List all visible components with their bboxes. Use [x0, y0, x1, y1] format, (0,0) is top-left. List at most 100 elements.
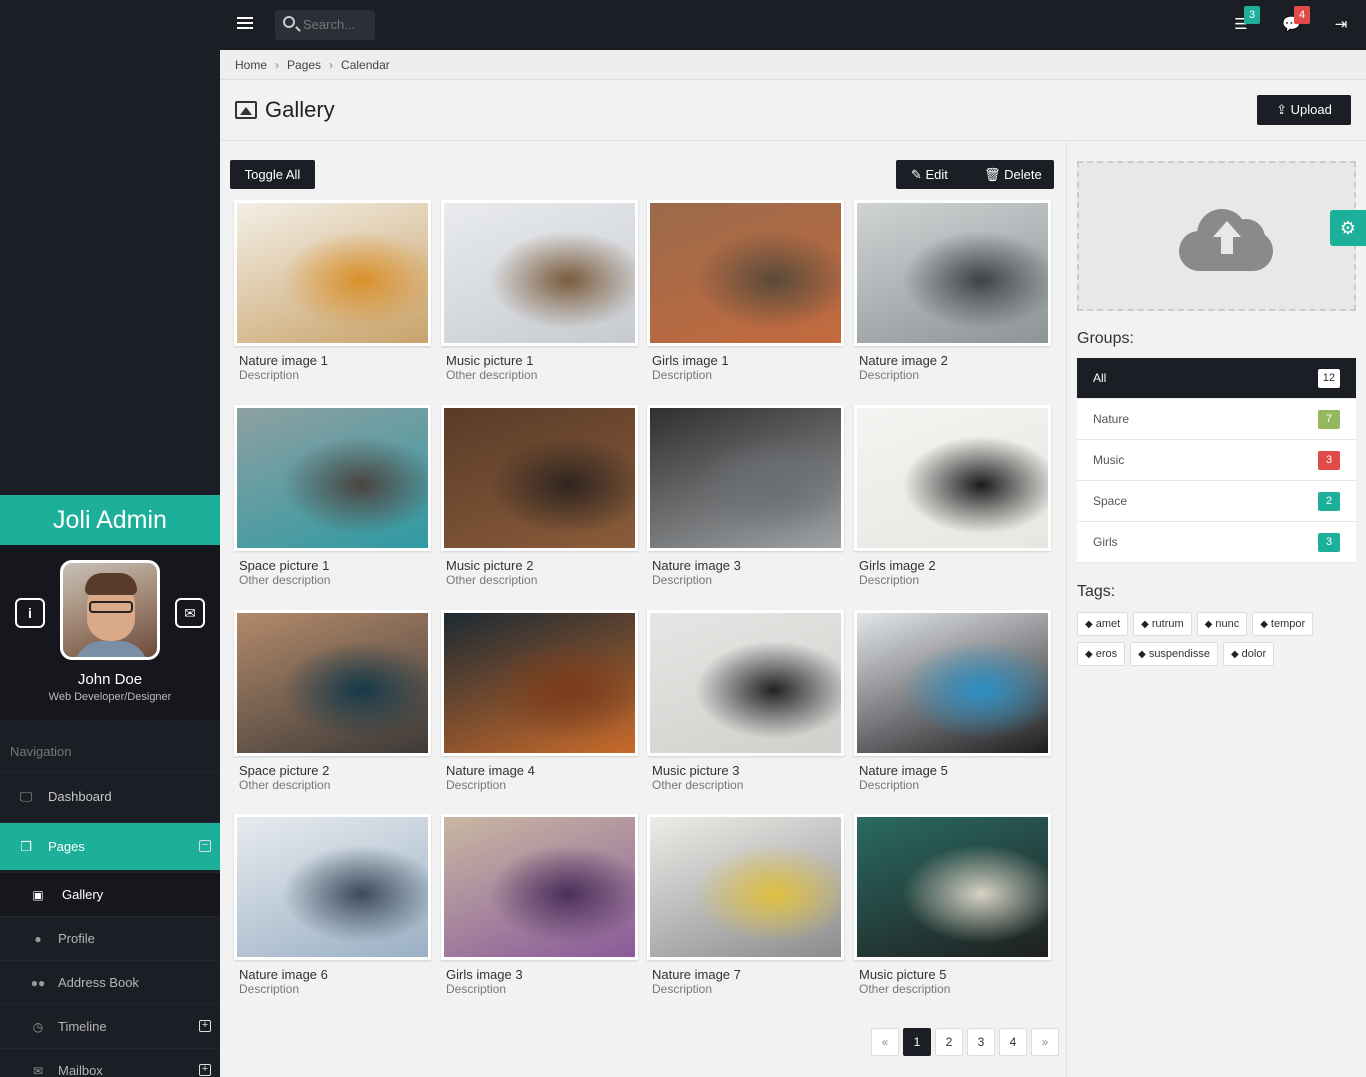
tag-icon: ◆: [1085, 649, 1093, 660]
gallery-item-description: Description: [652, 573, 713, 587]
tag-label: eros: [1095, 648, 1118, 660]
settings-gear-icon[interactable]: ⚙: [1330, 210, 1366, 246]
gallery-thumbnail[interactable]: [441, 610, 638, 756]
profile-panel: i ✉ John Doe Web Developer/Designer: [0, 545, 220, 720]
gallery-image: [444, 408, 635, 548]
page-button[interactable]: 2: [935, 1028, 963, 1056]
upload-dropzone[interactable]: [1077, 161, 1356, 311]
gallery-thumbnail[interactable]: [647, 610, 844, 756]
gallery-item-description: Description: [652, 368, 713, 382]
gallery-image: [857, 203, 1048, 343]
gallery-thumbnail[interactable]: [647, 405, 844, 551]
gallery-thumbnail[interactable]: [441, 814, 638, 960]
gallery-thumbnail[interactable]: [441, 405, 638, 551]
sidebar-item-pages[interactable]: ❐ Pages −: [0, 822, 220, 870]
upload-button[interactable]: ⇪ Upload: [1257, 95, 1351, 125]
gallery-thumbnail[interactable]: [854, 610, 1051, 756]
gallery-thumbnail[interactable]: [854, 814, 1051, 960]
tag[interactable]: ◆ dolor: [1222, 642, 1275, 666]
gallery-item[interactable]: Nature image 7 Description: [647, 814, 844, 996]
messages-badge: 4: [1294, 6, 1310, 24]
group-item[interactable]: All 12: [1077, 358, 1356, 399]
toggle-all-button[interactable]: Toggle All: [230, 160, 315, 189]
page-button[interactable]: 4: [999, 1028, 1027, 1056]
logout-icon[interactable]: ⇥: [1332, 16, 1350, 34]
gallery-item[interactable]: Music picture 2 Other description: [441, 405, 638, 587]
pagination: « 1 2 3 4 »: [871, 1028, 1063, 1056]
group-item[interactable]: Nature 7: [1077, 399, 1356, 440]
next-page-button[interactable]: »: [1031, 1028, 1059, 1056]
tag[interactable]: ◆ tempor: [1252, 612, 1314, 636]
gallery-item-description: Description: [859, 573, 920, 587]
search-icon: [283, 16, 295, 28]
group-item[interactable]: Music 3: [1077, 440, 1356, 481]
collapse-icon[interactable]: −: [199, 840, 211, 852]
avatar[interactable]: [60, 560, 160, 660]
gallery-thumbnail[interactable]: [647, 200, 844, 346]
sidebar-item-gallery[interactable]: ▣ Gallery: [0, 872, 220, 916]
edit-button[interactable]: ✎ Edit: [911, 160, 948, 189]
gallery-item-title: Space picture 2: [239, 763, 330, 778]
gallery-thumbnail[interactable]: [441, 200, 638, 346]
profile-name: John Doe: [77, 671, 143, 688]
tag-label: nunc: [1215, 618, 1240, 630]
gallery-item[interactable]: Space picture 2 Other description: [234, 610, 431, 792]
search-box[interactable]: [275, 10, 375, 40]
sidebar-item-mailbox[interactable]: ✉ Mailbox +: [0, 1048, 220, 1077]
tasks-icon[interactable]: ☰ 3: [1232, 6, 1260, 34]
gallery-thumbnail[interactable]: [234, 405, 431, 551]
menu-toggle-icon[interactable]: [237, 17, 253, 31]
breadcrumb-separator: ›: [275, 58, 280, 72]
gallery-item[interactable]: Music picture 5 Other description: [854, 814, 1051, 996]
tag[interactable]: ◆ amet: [1077, 612, 1129, 636]
gallery-item-description: Description: [859, 368, 920, 382]
tag[interactable]: ◆ nunc: [1196, 612, 1248, 636]
messages-icon[interactable]: 💬 4: [1282, 6, 1310, 34]
delete-button[interactable]: 🗑 Delete: [984, 160, 1042, 189]
gallery-item[interactable]: Girls image 2 Description: [854, 405, 1051, 587]
group-item[interactable]: Space 2: [1077, 481, 1356, 522]
sidebar-item-dashboard[interactable]: 🖵 Dashboard: [0, 772, 220, 820]
page-button[interactable]: 1: [903, 1028, 931, 1056]
gallery-thumbnail[interactable]: [854, 200, 1051, 346]
mail-button[interactable]: ✉: [175, 598, 205, 628]
sidebar-item-address-book[interactable]: ●● Address Book: [0, 960, 220, 1004]
app-brand[interactable]: Joli Admin: [0, 495, 220, 545]
gallery-image: [444, 817, 635, 957]
gallery-image: [444, 613, 635, 753]
search-input[interactable]: [303, 17, 371, 32]
info-button[interactable]: i: [15, 598, 45, 628]
gallery-item[interactable]: Music picture 3 Other description: [647, 610, 844, 792]
tag[interactable]: ◆ rutrum: [1133, 612, 1192, 636]
gallery-thumbnail[interactable]: [234, 814, 431, 960]
tag[interactable]: ◆ suspendisse: [1130, 642, 1218, 666]
tag[interactable]: ◆ eros: [1077, 642, 1126, 666]
gallery-item-title: Nature image 5: [859, 763, 948, 778]
sidebar-item-profile[interactable]: ● Profile: [0, 916, 220, 960]
gallery-item[interactable]: Nature image 5 Description: [854, 610, 1051, 792]
gallery-item[interactable]: Girls image 1 Description: [647, 200, 844, 382]
gallery-thumbnail[interactable]: [854, 405, 1051, 551]
breadcrumb-pages[interactable]: Pages: [287, 58, 321, 72]
monitor-icon: 🖵: [19, 789, 33, 804]
gallery-item[interactable]: Girls image 3 Description: [441, 814, 638, 996]
prev-page-button[interactable]: «: [871, 1028, 899, 1056]
gallery-item[interactable]: Space picture 1 Other description: [234, 405, 431, 587]
expand-icon[interactable]: +: [199, 1020, 211, 1032]
breadcrumb-home[interactable]: Home: [235, 58, 267, 72]
page-button[interactable]: 3: [967, 1028, 995, 1056]
expand-icon[interactable]: +: [199, 1064, 211, 1076]
gallery-item[interactable]: Nature image 2 Description: [854, 200, 1051, 382]
gallery-thumbnail[interactable]: [234, 610, 431, 756]
gallery-item[interactable]: Nature image 6 Description: [234, 814, 431, 996]
sidebar-item-timeline[interactable]: ◷ Timeline +: [0, 1004, 220, 1048]
gallery-item[interactable]: Music picture 1 Other description: [441, 200, 638, 382]
gallery-item[interactable]: Nature image 1 Description: [234, 200, 431, 382]
gallery-thumbnail[interactable]: [234, 200, 431, 346]
gallery-item[interactable]: Nature image 4 Description: [441, 610, 638, 792]
group-item[interactable]: Girls 3: [1077, 522, 1356, 563]
gallery-item[interactable]: Nature image 3 Description: [647, 405, 844, 587]
breadcrumb-separator: ›: [329, 58, 334, 72]
gallery-thumbnail[interactable]: [647, 814, 844, 960]
sidebar-item-label: Timeline: [58, 1019, 107, 1034]
